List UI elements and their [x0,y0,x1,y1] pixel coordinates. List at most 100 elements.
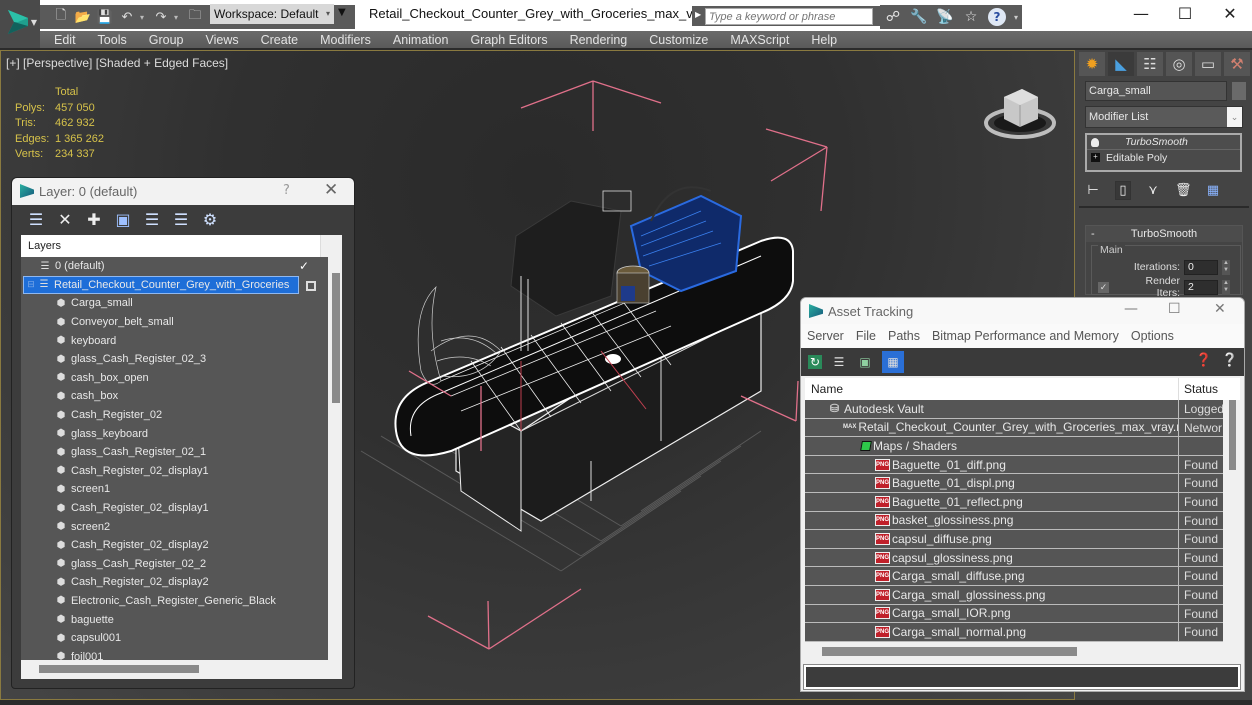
object-row[interactable]: ⬢ Cash_Register_02_display2 [21,573,328,592]
object-row[interactable]: ⬢ screen1 [21,480,328,499]
pin-stack-icon[interactable]: ⊢ [1085,183,1101,198]
spinner-arrows-icon[interactable]: ▲ ▼ [1222,279,1230,295]
asset-vertical-scrollbar[interactable] [1225,400,1240,644]
star-icon[interactable]: ☆ [962,9,980,25]
object-row[interactable]: ⬢ glass_Cash_Register_02_3 [21,350,328,369]
modifier-list-dropdown[interactable]: Modifier List ⌄ [1085,106,1243,128]
expand-search-icon[interactable]: ▶ [695,10,701,19]
menu-file[interactable]: File [856,329,876,343]
render-iters-input[interactable]: 2 [1184,279,1218,295]
minimize-button[interactable]: — [1124,301,1138,317]
menu-create[interactable]: Create [250,33,310,47]
tab-display[interactable]: ▭ [1195,52,1221,76]
spinner-arrows-icon[interactable]: ▲ ▼ [1222,259,1230,275]
object-row[interactable]: ⬢ Cash_Register_02_display1 [21,462,328,481]
current-layer-checkbox[interactable] [306,280,316,291]
asset-row[interactable]: PNG Baguette_01_reflect.png Found [805,492,1223,512]
object-row[interactable]: ⬢ cash_box_open [21,369,328,388]
menu-modifiers[interactable]: Modifiers [309,33,382,47]
object-row[interactable]: ⬢ keyboard [21,331,328,350]
menu-bitmap-performance[interactable]: Bitmap Performance and Memory [932,329,1119,343]
menu-rendering[interactable]: Rendering [559,33,639,47]
set-current-layer-icon[interactable]: ☰ [171,209,191,229]
layer-list-vertical-scrollbar[interactable] [329,257,342,660]
menu-maxscript[interactable]: MAXScript [719,33,800,47]
menu-customize[interactable]: Customize [638,33,719,47]
object-row[interactable]: ⬢ Cash_Register_02_display2 [21,536,328,555]
object-row[interactable]: ⬢ glass_Cash_Register_02_1 [21,443,328,462]
column-status[interactable]: Status [1179,378,1227,400]
menu-tools[interactable]: Tools [87,33,138,47]
modifier-stack-item[interactable]: + Editable Poly [1087,150,1240,165]
tab-modify[interactable]: ◣ [1108,52,1134,76]
asset-row[interactable]: ⛁ Autodesk Vault Logged [805,400,1223,419]
collapse-icon[interactable]: ⊟ [24,279,38,290]
asset-row[interactable]: PNG Carga_small_normal.png Found [805,623,1223,642]
satellite-icon[interactable]: 📡 [936,9,954,25]
object-row[interactable]: ⬢ Carga_small [21,294,328,313]
asset-row[interactable]: MAX Retail_Checkout_Counter_Grey_with_Gro… [805,418,1223,438]
asset-row[interactable]: PNG capsul_glossiness.png Found [805,548,1223,568]
asset-row[interactable]: PNG Baguette_01_diff.png Found [805,455,1223,475]
layer-properties-icon[interactable]: ⚙ [200,209,220,229]
minimize-button[interactable]: — [1118,3,1164,25]
object-color-swatch[interactable] [1231,81,1247,101]
viewport-label[interactable]: [+] [Perspective] [Shaded + Edged Faces] [6,56,228,70]
layer-row-selected[interactable]: ⊟ ☰ Retail_Checkout_Counter_Grey_with_Gr… [23,275,316,295]
asset-row[interactable]: PNG capsul_diffuse.png Found [805,530,1223,549]
open-file-icon[interactable]: 📂 [74,8,92,26]
binoculars-icon[interactable]: ☍ [884,9,902,25]
object-row[interactable]: ⬢ Cash_Register_02_display1 [21,499,328,518]
configure-modifier-sets-icon[interactable]: ▦ [1205,183,1221,198]
tab-create[interactable]: ✹ [1079,52,1105,76]
scrollbar-thumb[interactable] [332,273,340,403]
object-row[interactable]: ⬢ screen2 [21,517,328,536]
plus-icon[interactable]: + [1091,153,1100,162]
menu-edit[interactable]: Edit [40,33,87,47]
context-help-icon[interactable]: ❔ [1222,353,1238,368]
viewcube[interactable] [984,79,1056,141]
new-file-icon[interactable]: 🗋 [52,8,70,26]
object-row[interactable]: ⬢ glass_Cash_Register_02_2 [21,555,328,574]
help-dropdown-icon[interactable]: ▾ [1014,13,1018,22]
close-button[interactable]: ✕ [324,180,338,200]
close-button[interactable]: ✕ [1207,3,1252,25]
select-objects-icon[interactable]: ▣ [113,209,133,229]
redo-icon[interactable]: ↷ [152,8,170,26]
menu-options[interactable]: Options [1131,329,1174,343]
help-icon[interactable]: ? [988,8,1006,26]
workspace-select[interactable]: Workspace: Default ▾ [210,4,334,24]
app-menu-button[interactable]: ▼ [0,0,40,48]
object-row[interactable]: ⬢ glass_keyboard [21,424,328,443]
layer-dialog-titlebar[interactable]: Layer: 0 (default) ? ✕ [12,178,354,205]
project-folder-icon[interactable]: 🗀 [186,8,204,26]
menu-help[interactable]: Help [800,33,848,47]
object-row[interactable]: ⬢ foil001 [21,647,328,660]
thumbnail-view-icon[interactable]: ▣ [856,353,874,371]
delete-layer-icon[interactable]: ✕ [55,209,75,229]
object-name-field[interactable]: Carga_small [1085,81,1227,101]
help-button[interactable]: ? [283,183,290,198]
maximize-button[interactable]: ☐ [1168,301,1181,317]
asset-row[interactable]: PNG Carga_small_diffuse.png Found [805,567,1223,586]
undo-dropdown-icon[interactable]: ▾ [140,13,148,22]
render-iters-checkbox[interactable]: ✓ [1098,281,1109,293]
object-row[interactable]: ⬢ Conveyor_belt_small [21,313,328,332]
asset-row[interactable]: PNG Baguette_01_displ.png Found [805,474,1223,493]
object-row[interactable]: ⬢ baguette [21,610,328,629]
layer-row-default[interactable]: ☰ 0 (default) ✓ [21,257,328,276]
tab-motion[interactable]: ◎ [1166,52,1192,76]
close-button[interactable]: ✕ [1214,301,1226,317]
remove-modifier-icon[interactable]: 🗑 [1175,183,1192,198]
asset-row[interactable]: Maps / Shaders [805,437,1223,456]
column-name[interactable]: Name [805,378,1179,400]
object-row[interactable]: ⬢ Cash_Register_02 [21,406,328,425]
make-unique-icon[interactable]: ⋎ [1145,183,1161,198]
select-layer-icon[interactable]: ☰ [142,209,162,229]
add-to-layer-icon[interactable]: ✚ [84,209,104,229]
menu-graph-editors[interactable]: Graph Editors [459,33,558,47]
layers-column-header[interactable]: Layers [21,235,321,257]
table-view-icon[interactable]: ▦ [882,351,904,373]
asset-dialog-titlebar[interactable]: Asset Tracking — ☐ ✕ [801,298,1244,324]
asset-row[interactable]: PNG Carga_small_glossiness.png Found [805,585,1223,605]
